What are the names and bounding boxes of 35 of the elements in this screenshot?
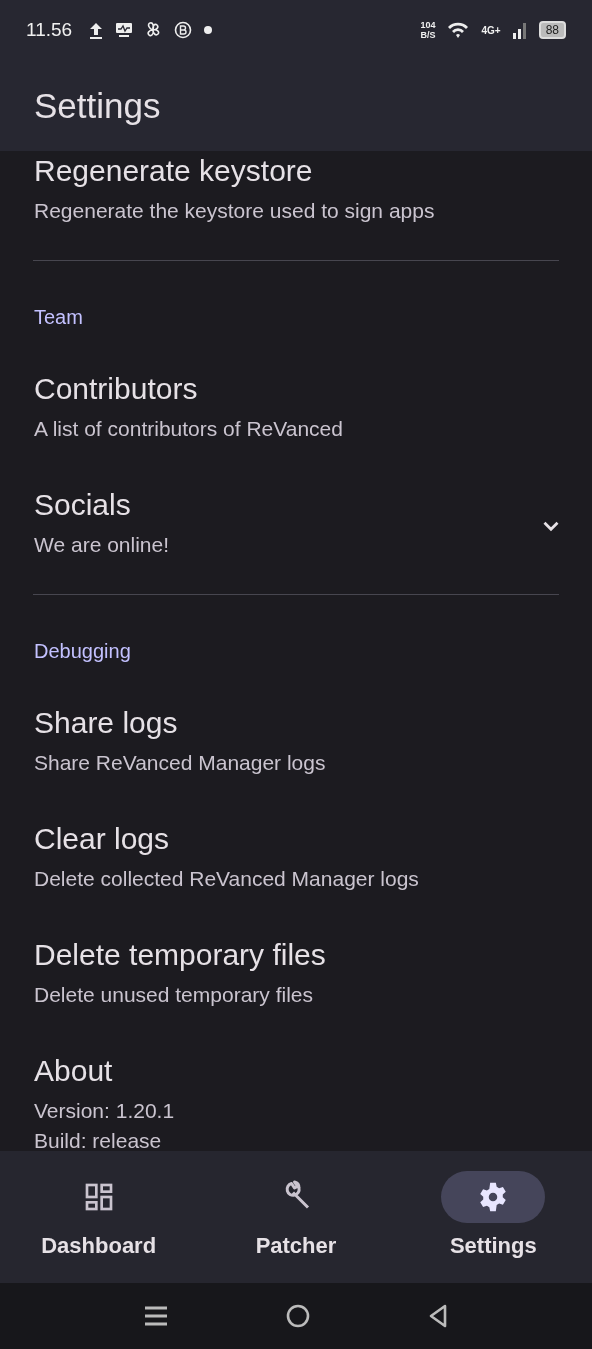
- setting-title[interactable]: Contributors: [34, 369, 198, 409]
- setting-title[interactable]: About: [34, 1051, 113, 1091]
- setting-description: Delete unused temporary files: [34, 982, 313, 1008]
- setting-title[interactable]: Clear logs: [34, 819, 170, 859]
- net-speed: 104: [420, 20, 436, 30]
- back-icon[interactable]: [428, 1304, 448, 1328]
- b-circle-icon: [174, 21, 193, 39]
- home-icon[interactable]: [286, 1304, 310, 1328]
- nav-tab[interactable]: Dashboard: [0, 1151, 198, 1283]
- setting-description: Build: release: [34, 1128, 162, 1151]
- nav-tab[interactable]: Patcher: [197, 1151, 395, 1283]
- dot-icon: [204, 26, 213, 34]
- upload-icon: [88, 21, 105, 39]
- setting-description: Delete collected ReVanced Manager logs: [34, 866, 419, 892]
- setting-description: Version: 1.20.1: [34, 1098, 175, 1124]
- setting-description: Regenerate the keystore used to sign apps: [34, 198, 435, 224]
- status-time: 11.56: [26, 19, 73, 41]
- setting-description: A list of contributors of ReVanced: [34, 416, 343, 442]
- setting-description: Share ReVanced Manager logs: [34, 750, 326, 776]
- setting-title[interactable]: Regenerate keystore: [34, 151, 313, 191]
- signal-icon: [512, 21, 527, 39]
- battery-indicator: 88: [538, 21, 566, 39]
- network-type: 4G+: [481, 24, 501, 36]
- monitor-icon: [116, 23, 133, 37]
- section-heading: Debugging: [33, 639, 132, 664]
- net-unit: B/S: [420, 30, 436, 40]
- wifi-icon: [447, 21, 470, 39]
- setting-title[interactable]: Delete temporary files: [34, 935, 326, 975]
- setting-title[interactable]: Share logs: [34, 703, 178, 743]
- menu-icon[interactable]: [144, 1305, 168, 1327]
- setting-title[interactable]: Socials: [34, 485, 131, 525]
- nav-tab[interactable]: Settings: [394, 1151, 592, 1283]
- setting-description: We are online!: [34, 532, 170, 558]
- page-title: Settings: [34, 85, 161, 126]
- section-heading: Team: [33, 305, 84, 330]
